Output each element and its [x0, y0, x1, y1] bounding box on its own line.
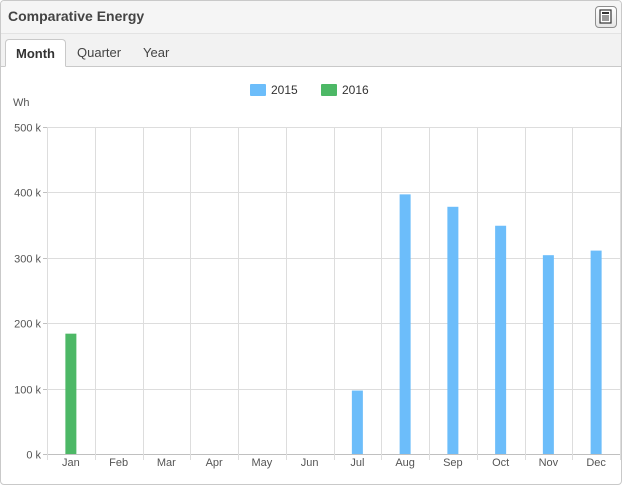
- x-tick-label: Feb: [109, 457, 128, 469]
- x-tick-label: Mar: [157, 457, 176, 469]
- bar-2015-oct[interactable]: [495, 225, 507, 454]
- y-tick-label: 500 k: [14, 123, 41, 135]
- bar-2015-dec[interactable]: [590, 250, 602, 454]
- energy-bar-chart: Wh 0 k 100 k 200 k 300 k 400 k 500 k Jan Feb Mar…: [13, 97, 621, 470]
- x-tick-label: Jun: [301, 457, 319, 469]
- x-tick-label: May: [251, 457, 272, 469]
- x-tick-label: Sep: [443, 457, 463, 469]
- y-tick-label: 0 k: [26, 450, 41, 462]
- chart-bars: [65, 194, 602, 454]
- y-axis-unit-label: Wh: [13, 97, 30, 109]
- y-tick-label: 300 k: [14, 254, 41, 266]
- y-tick-label: 100 k: [14, 385, 41, 397]
- bar-2015-jul[interactable]: [351, 390, 363, 454]
- bar-2015-aug[interactable]: [399, 194, 411, 454]
- x-tick-label: Dec: [586, 457, 606, 469]
- comparative-energy-widget: Comparative Energy Month Quarter Year 20…: [0, 0, 622, 485]
- chart-grid: [47, 127, 621, 460]
- x-tick-label: Apr: [206, 457, 223, 469]
- x-tick-label: Jul: [350, 457, 364, 469]
- bar-2015-nov[interactable]: [542, 255, 554, 454]
- y-tick-label: 200 k: [14, 319, 41, 331]
- bar-2015-sep[interactable]: [447, 206, 459, 454]
- y-tick-label: 400 k: [14, 188, 41, 200]
- x-tick-label: Aug: [395, 457, 415, 469]
- x-tick-label: Nov: [539, 457, 559, 469]
- chart-axes: 0 k 100 k 200 k 300 k 400 k 500 k Jan Feb Mar Apr…: [14, 123, 606, 470]
- x-tick-label: Oct: [492, 457, 509, 469]
- bar-2016-jan[interactable]: [65, 333, 77, 454]
- x-tick-label: Jan: [62, 457, 80, 469]
